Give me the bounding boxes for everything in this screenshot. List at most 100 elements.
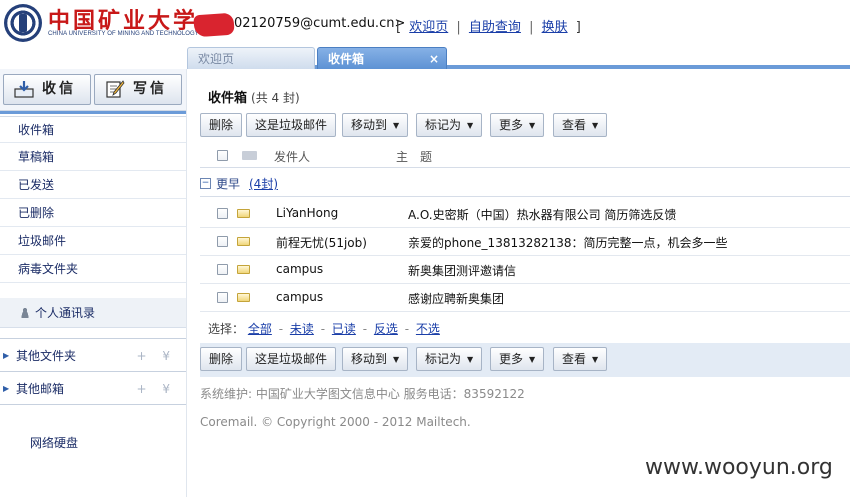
delete-button[interactable]: 删除 (200, 347, 243, 371)
page-title-text: 收件箱 (208, 91, 248, 106)
main-panel: 收件箱 (共 4 封) 删除 这是垃圾邮件 移动到 ▼ 标记为 ▼ 更多 ▼ 查看 ▼ 发… (187, 73, 850, 497)
view-label: 查看 (562, 352, 587, 366)
move-to-button[interactable]: 移动到 ▼ (342, 113, 409, 137)
mail-sender[interactable]: campus (276, 290, 323, 304)
sidebar-item-contacts[interactable]: 个人通讯录 (0, 298, 186, 328)
contacts-label: 个人通讯录 (35, 306, 96, 320)
sidebar: 收信 写信 收件箱 草稿箱 已发送 已删除 垃圾邮件 病毒文件夹 个人通讯录 ▶… (0, 69, 186, 497)
write-label: 写信 (133, 81, 167, 97)
bracket-close: ] (575, 20, 581, 35)
select-all-checkbox[interactable] (217, 150, 228, 161)
select-read-link[interactable]: 已读 (332, 322, 356, 336)
selection-bar: 选择： 全部 - 未读 - 已读 - 反选 - 不选 (208, 320, 440, 337)
select-all-link[interactable]: 全部 (248, 322, 272, 336)
other-folders-label: 其他文件夹 (16, 349, 77, 363)
sidebar-item-netdisk[interactable]: 网络硬盘 (0, 430, 186, 456)
page-title: 收件箱 (共 4 封) (208, 87, 300, 106)
write-mail-button[interactable]: 写信 (94, 74, 182, 105)
skin-link[interactable]: 换肤 (542, 20, 568, 35)
tab-label: 欢迎页 (198, 52, 235, 66)
tab-inbox[interactable]: 收件箱 × (317, 47, 447, 69)
welcome-link[interactable]: 欢迎页 (409, 20, 448, 35)
list-item[interactable]: campus 新奥集团测评邀请信 (200, 256, 850, 284)
view-button[interactable]: 查看 ▼ (553, 113, 608, 137)
select-unread-link[interactable]: 未读 (290, 322, 314, 336)
toolbar-bottom: 删除 这是垃圾邮件 移动到 ▼ 标记为 ▼ 更多 ▼ 查看 ▼ (200, 347, 850, 373)
sidebar-item-deleted[interactable]: 已删除 (0, 200, 186, 227)
delete-button[interactable]: 删除 (200, 113, 243, 137)
mark-as-button[interactable]: 标记为 ▼ (416, 347, 483, 371)
invert-selection-link[interactable]: 反选 (374, 322, 398, 336)
mail-sender[interactable]: campus (276, 262, 323, 276)
envelope-icon (237, 265, 250, 274)
chevron-down-icon: ▼ (592, 121, 599, 130)
redaction-mark (193, 12, 235, 38)
bracket-open: [ (396, 20, 402, 35)
move-to-label: 移动到 (351, 118, 388, 132)
row-checkbox[interactable] (217, 264, 228, 275)
chevron-down-icon: ▼ (393, 121, 400, 130)
select-none-link[interactable]: 不选 (416, 322, 440, 336)
collapse-icon[interactable]: − (200, 178, 211, 189)
mail-subject[interactable]: 新奥集团测评邀请信 (408, 262, 516, 279)
compose-bar: 收信 写信 (0, 69, 186, 111)
tab-label: 收件箱 (328, 52, 365, 66)
chevron-down-icon: ▼ (529, 355, 536, 364)
mail-subject[interactable]: 感谢应聘新奥集团 (408, 290, 504, 307)
chevron-down-icon: ▼ (467, 355, 474, 364)
chevron-down-icon: ▼ (592, 355, 599, 364)
more-label: 更多 (499, 118, 524, 132)
chevron-down-icon: ▼ (393, 355, 400, 364)
divider (0, 404, 186, 405)
group-row: − 更早 (4封) (200, 171, 850, 197)
envelope-icon (237, 293, 250, 302)
envelope-icon (242, 151, 257, 160)
mail-sender[interactable]: 前程无忧(51job) (276, 234, 367, 251)
chevron-down-icon: ▼ (467, 121, 474, 130)
sidebar-item-other-folders[interactable]: ▶ 其他文件夹 + ¥ (0, 343, 186, 369)
sidebar-item-other-mailboxes[interactable]: ▶ 其他邮箱 + ¥ (0, 376, 186, 402)
folder-actions[interactable]: + ¥ (136, 343, 176, 369)
tab-welcome[interactable]: 欢迎页 (187, 47, 315, 69)
footer-copyright: Coremail. © Copyright 2000 - 2012 Mailte… (200, 415, 471, 429)
envelope-icon (237, 237, 250, 246)
sidebar-item-sent[interactable]: 已发送 (0, 172, 186, 199)
row-checkbox[interactable] (217, 208, 228, 219)
toolbar-top: 删除 这是垃圾邮件 移动到 ▼ 标记为 ▼ 更多 ▼ 查看 ▼ (200, 113, 850, 139)
view-button[interactable]: 查看 ▼ (553, 347, 608, 371)
user-email-address: 02120759@cumt.edu.cn> (234, 16, 406, 31)
university-seal-logo (4, 4, 42, 42)
self-query-link[interactable]: 自助查询 (469, 20, 521, 35)
move-to-button[interactable]: 移动到 ▼ (342, 347, 409, 371)
row-checkbox[interactable] (217, 236, 228, 247)
row-checkbox[interactable] (217, 292, 228, 303)
close-icon[interactable]: × (429, 48, 439, 70)
envelope-icon (237, 209, 250, 218)
list-item[interactable]: campus 感谢应聘新奥集团 (200, 284, 850, 312)
column-subject[interactable]: 主 题 (396, 148, 432, 165)
mail-subject[interactable]: A.O.史密斯（中国）热水器有限公司 简历筛选反馈 (408, 206, 676, 223)
mail-subject[interactable]: 亲爱的phone_13813282138：简历完整一点，机会多一些 (408, 234, 728, 251)
column-sender[interactable]: 发件人 (274, 148, 310, 165)
app-header: 中国矿业大学 CHINA UNIVERSITY OF MINING AND TE… (0, 0, 850, 48)
sidebar-item-inbox[interactable]: 收件箱 (0, 116, 186, 143)
more-button[interactable]: 更多 ▼ (490, 113, 545, 137)
list-item[interactable]: 前程无忧(51job) 亲爱的phone_13813282138：简历完整一点，… (200, 228, 850, 256)
more-button[interactable]: 更多 ▼ (490, 347, 545, 371)
sidebar-item-drafts[interactable]: 草稿箱 (0, 144, 186, 171)
group-count-link[interactable]: (4封) (249, 175, 278, 192)
sidebar-item-virus[interactable]: 病毒文件夹 (0, 256, 186, 283)
move-to-label: 移动到 (351, 352, 388, 366)
mail-sender[interactable]: LiYanHong (276, 206, 338, 220)
more-label: 更多 (499, 352, 524, 366)
divider (0, 371, 186, 372)
receive-mail-button[interactable]: 收信 (3, 74, 91, 105)
sidebar-item-spam[interactable]: 垃圾邮件 (0, 228, 186, 255)
mark-as-button[interactable]: 标记为 ▼ (416, 113, 483, 137)
mark-as-label: 标记为 (425, 352, 462, 366)
mark-spam-button[interactable]: 这是垃圾邮件 (246, 347, 337, 371)
mark-spam-button[interactable]: 这是垃圾邮件 (246, 113, 337, 137)
footer-service-info: 系统维护: 中国矿业大学图文信息中心 服务电话：83592122 (200, 387, 525, 401)
list-item[interactable]: LiYanHong A.O.史密斯（中国）热水器有限公司 简历筛选反馈 (200, 200, 850, 228)
mailbox-actions[interactable]: + ¥ (136, 376, 176, 402)
